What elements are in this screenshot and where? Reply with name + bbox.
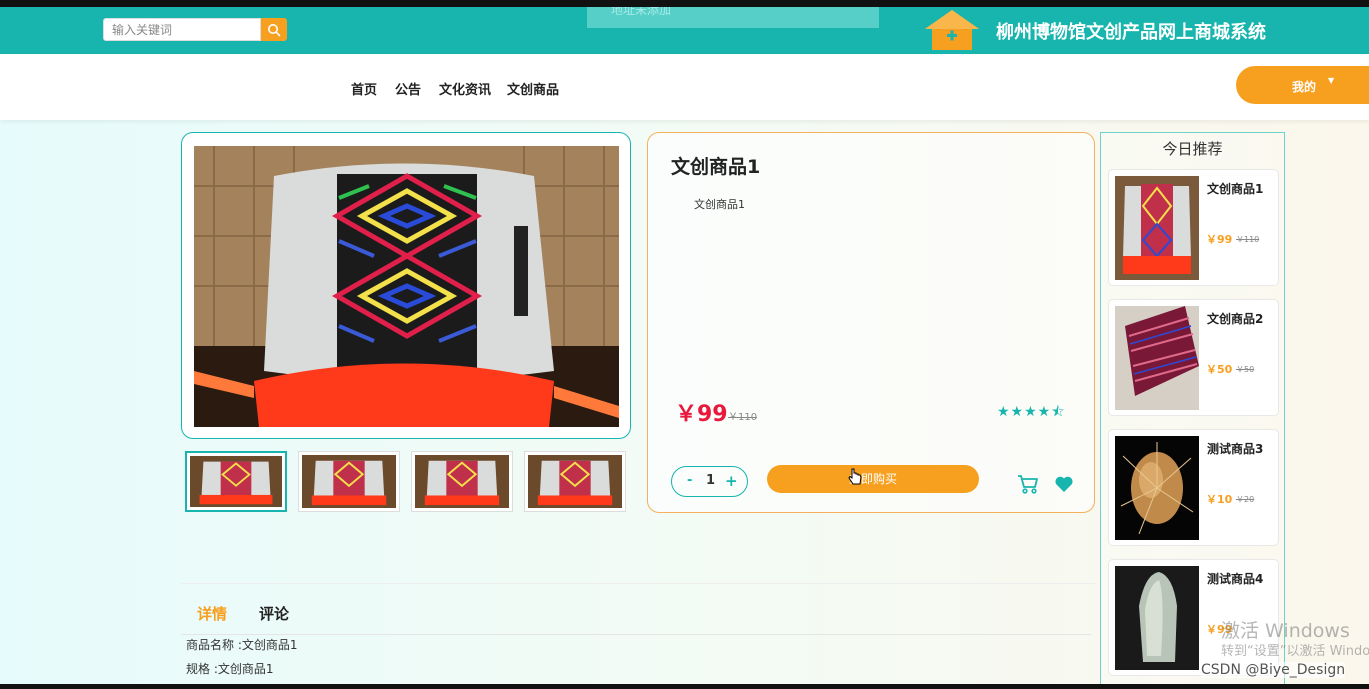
tab-comments[interactable]: 评论 [259, 603, 289, 624]
site-logo-icon [925, 10, 979, 50]
search-icon [268, 23, 281, 36]
product-price: ￥99 [675, 402, 728, 427]
buy-now-button[interactable]: 立即购买 [767, 465, 979, 493]
recommend-item-old-price: ￥50 [1236, 365, 1255, 374]
mine-dropdown-button[interactable]: 我的 ▼ [1236, 66, 1369, 104]
hand-cursor-icon [848, 468, 862, 485]
recommend-title: 今日推荐 [1162, 140, 1223, 158]
recommend-item-price: ￥99 [1206, 233, 1233, 246]
recommend-panel: 今日推荐 文创商品1 ￥99 ￥110 文创商品2 ￥50 ￥50 测试商品3 … [1100, 132, 1285, 689]
thumbnail-3[interactable] [411, 451, 513, 512]
bag-image-icon [1115, 176, 1199, 280]
heart-icon[interactable] [1054, 474, 1074, 494]
recommend-item-old-price: ￥20 [1236, 495, 1255, 504]
nav-item-products[interactable]: 文创商品 [507, 79, 559, 98]
mine-label: 我的 [1292, 80, 1317, 94]
recommend-item[interactable]: 文创商品1 ￥99 ￥110 [1108, 169, 1279, 286]
recommend-item-price: ￥50 [1206, 363, 1233, 376]
detail-tabs-area: 详情 评论 商品名称 :文创商品1 规格 :文创商品1 [181, 583, 1095, 684]
main-nav: 首页 公告 文化资讯 文创商品 我的 ▼ [0, 54, 1369, 120]
product-main-image[interactable] [194, 146, 619, 427]
recommend-item[interactable]: 测试商品3 ￥10 ￥20 [1108, 429, 1279, 546]
recommend-item-image [1115, 176, 1199, 280]
address-text: 地址未添加 [611, 7, 672, 17]
quantity-stepper[interactable]: - 1 + [671, 466, 748, 497]
bag-image-icon [415, 455, 509, 508]
thumbnail-4[interactable] [524, 451, 626, 512]
product-title: 文创商品1 [671, 156, 761, 178]
site-title: 柳州博物馆文创产品网上商城系统 [996, 22, 1266, 43]
stone-image-icon [1115, 566, 1199, 670]
bag-image-icon [302, 455, 396, 508]
product-info-card: 文创商品1 文创商品1 ￥99 ￥110 ★★★★⯪ - 1 + 立即购买 [647, 132, 1095, 513]
product-description: 文创商品1 [694, 198, 745, 211]
thumbnail-1[interactable] [185, 451, 287, 512]
nav-item-notice[interactable]: 公告 [395, 79, 421, 98]
search-input[interactable] [103, 18, 261, 41]
recommend-item-name: 文创商品2 [1207, 312, 1264, 326]
bag-image-icon [190, 456, 282, 507]
spec-product-name: 商品名称 :文创商品1 [186, 638, 298, 652]
quantity-plus-button[interactable]: + [725, 472, 738, 490]
thumbnail-2[interactable] [298, 451, 400, 512]
recommend-item-image [1115, 436, 1199, 540]
screen-top-edge [0, 0, 1369, 7]
textile-image-icon [1115, 306, 1199, 410]
bag-image-icon [528, 455, 622, 508]
recommend-item[interactable]: 文创商品2 ￥50 ￥50 [1108, 299, 1279, 416]
quantity-value[interactable]: 1 [706, 473, 715, 488]
csdn-credit: CSDN @Biye_Design [1201, 662, 1346, 678]
windows-activation-hint: 转到“设置”以激活 Windows。 [1221, 644, 1369, 659]
recommend-item-name: 测试商品4 [1207, 572, 1264, 586]
windows-activation-watermark: 激活 Windows [1221, 620, 1350, 642]
tabs-divider [181, 634, 1091, 635]
spec-size: 规格 :文创商品1 [186, 662, 274, 676]
address-box[interactable]: 地址未添加 [587, 7, 879, 28]
rating-stars: ★★★★⯪ [997, 404, 1066, 420]
tab-details[interactable]: 详情 [197, 603, 227, 624]
recommend-item-name: 测试商品3 [1207, 442, 1264, 456]
recommend-item-image [1115, 306, 1199, 410]
quantity-minus-button[interactable]: - [687, 473, 692, 488]
cart-icon[interactable] [1017, 473, 1039, 495]
chevron-down-icon: ▼ [1328, 76, 1335, 85]
product-old-price: ￥110 [728, 412, 758, 423]
recommend-item-image [1115, 566, 1199, 670]
artifact-image-icon [1115, 436, 1199, 540]
main-image-card [181, 132, 631, 439]
recommend-item-price: ￥10 [1206, 493, 1233, 506]
search-button[interactable] [261, 18, 287, 41]
nav-item-home[interactable]: 首页 [351, 79, 377, 98]
screen-bottom-edge [0, 684, 1369, 689]
bag-image-icon [194, 146, 619, 427]
nav-item-news[interactable]: 文化资讯 [439, 79, 491, 98]
top-header-bar: 地址未添加 柳州博物馆文创产品网上商城系统 [0, 7, 1369, 54]
recommend-item-name: 文创商品1 [1207, 182, 1264, 196]
recommend-item-old-price: ￥110 [1236, 235, 1260, 244]
